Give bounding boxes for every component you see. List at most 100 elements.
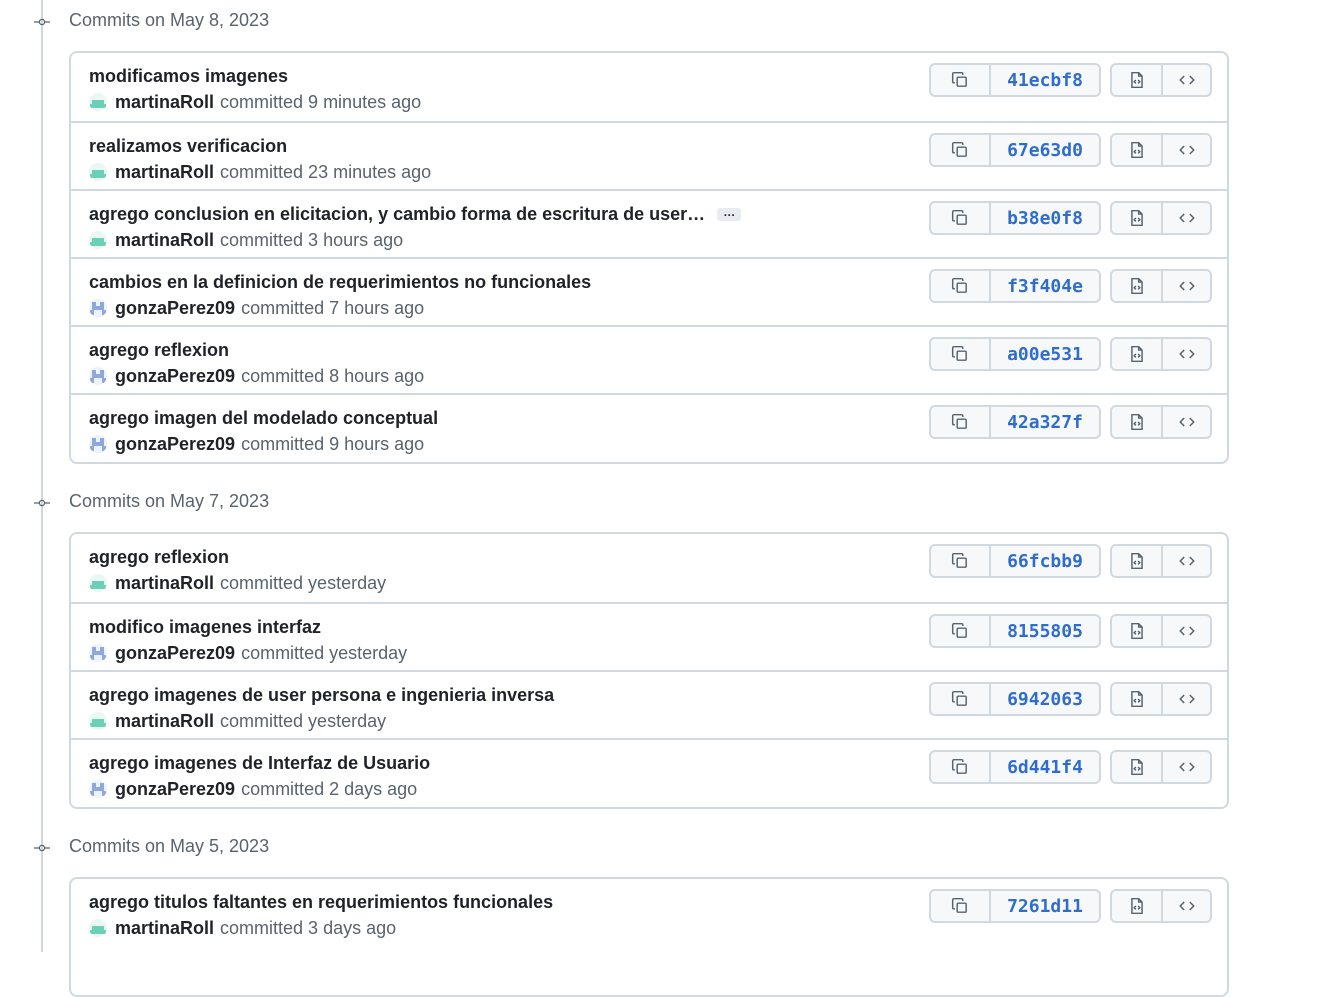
sha-button-group: 41ecbf8 xyxy=(929,63,1101,97)
code-icon xyxy=(1178,277,1196,295)
copy-sha-button[interactable] xyxy=(931,65,989,95)
file-code-icon xyxy=(1128,345,1146,363)
browse-button-group xyxy=(1110,133,1212,167)
browse-files-button[interactable] xyxy=(1112,616,1161,646)
commit-group-title: Commits on May 5, 2023 xyxy=(69,836,270,856)
code-icon xyxy=(1178,141,1196,159)
browse-files-button[interactable] xyxy=(1112,271,1161,301)
browse-repo-button[interactable] xyxy=(1161,407,1210,437)
commit-group-title: Commits on May 8, 2023 xyxy=(69,10,270,30)
browse-button-group xyxy=(1110,201,1212,235)
copy-icon xyxy=(951,552,969,570)
commit-list: agrego reflexion martinaRoll committed yes… xyxy=(69,532,1229,809)
copy-sha-button[interactable] xyxy=(931,203,989,233)
commit-row: modificamos imagenes martinaRoll committed… xyxy=(71,53,1227,121)
commit-row: agrego imagen del modelado conceptual gon… xyxy=(71,393,1227,461)
browse-button-group xyxy=(1110,614,1212,648)
commit-actions: 6942063 xyxy=(71,682,1227,718)
commit-timeline: Commits on May 8, 2023 modificamos imagen… xyxy=(0,0,1320,997)
file-code-icon xyxy=(1128,758,1146,776)
copy-sha-button[interactable] xyxy=(931,752,989,782)
copy-sha-button[interactable] xyxy=(931,339,989,369)
commit-actions: a00e531 xyxy=(71,337,1227,373)
browse-files-button[interactable] xyxy=(1112,891,1161,921)
browse-repo-button[interactable] xyxy=(1161,684,1210,714)
commit-sha-link[interactable]: f3f404e xyxy=(989,271,1099,301)
browse-repo-button[interactable] xyxy=(1161,891,1210,921)
browse-button-group xyxy=(1110,544,1212,578)
browse-repo-button[interactable] xyxy=(1161,135,1210,165)
git-commit-icon xyxy=(34,839,50,855)
copy-sha-button[interactable] xyxy=(931,407,989,437)
copy-sha-button[interactable] xyxy=(931,135,989,165)
code-icon xyxy=(1178,758,1196,776)
commit-actions: 7261d11 xyxy=(71,889,1227,925)
commit-sha-link[interactable]: 7261d11 xyxy=(989,891,1099,921)
code-icon xyxy=(1178,345,1196,363)
browse-repo-button[interactable] xyxy=(1161,339,1210,369)
code-icon xyxy=(1178,897,1196,915)
commit-sha-link[interactable]: 8155805 xyxy=(989,616,1099,646)
browse-files-button[interactable] xyxy=(1112,135,1161,165)
browse-button-group xyxy=(1110,682,1212,716)
browse-files-button[interactable] xyxy=(1112,407,1161,437)
browse-repo-button[interactable] xyxy=(1161,546,1210,576)
commit-sha-link[interactable]: 6942063 xyxy=(989,684,1099,714)
file-code-icon xyxy=(1128,277,1146,295)
browse-files-button[interactable] xyxy=(1112,752,1161,782)
sha-button-group: a00e531 xyxy=(929,337,1101,371)
copy-icon xyxy=(951,345,969,363)
file-code-icon xyxy=(1128,209,1146,227)
file-code-icon xyxy=(1128,552,1146,570)
sha-button-group: 6942063 xyxy=(929,682,1101,716)
copy-sha-button[interactable] xyxy=(931,891,989,921)
browse-files-button[interactable] xyxy=(1112,684,1161,714)
browse-files-button[interactable] xyxy=(1112,203,1161,233)
commit-sha-link[interactable]: 66fcbb9 xyxy=(989,546,1099,576)
commit-sha-link[interactable]: 42a327f xyxy=(989,407,1099,437)
code-icon xyxy=(1178,622,1196,640)
code-icon xyxy=(1178,71,1196,89)
browse-repo-button[interactable] xyxy=(1161,752,1210,782)
browse-repo-button[interactable] xyxy=(1161,271,1210,301)
commit-group-header: Commits on May 5, 2023 xyxy=(0,834,1000,858)
copy-sha-button[interactable] xyxy=(931,684,989,714)
commit-row: modifico imagenes interfaz gonzaPerez09 co… xyxy=(71,602,1227,670)
commit-group-header: Commits on May 7, 2023 xyxy=(0,489,1000,513)
browse-repo-button[interactable] xyxy=(1161,65,1210,95)
sha-button-group: f3f404e xyxy=(929,269,1101,303)
commit-actions: 67e63d0 xyxy=(71,133,1227,169)
sha-button-group: 8155805 xyxy=(929,614,1101,648)
git-commit-icon xyxy=(34,13,50,29)
sha-button-group: 42a327f xyxy=(929,405,1101,439)
copy-icon xyxy=(951,690,969,708)
copy-sha-button[interactable] xyxy=(931,271,989,301)
file-code-icon xyxy=(1128,141,1146,159)
copy-icon xyxy=(951,413,969,431)
commit-sha-link[interactable]: a00e531 xyxy=(989,339,1099,369)
copy-sha-button[interactable] xyxy=(931,616,989,646)
browse-files-button[interactable] xyxy=(1112,339,1161,369)
browse-files-button[interactable] xyxy=(1112,65,1161,95)
copy-sha-button[interactable] xyxy=(931,546,989,576)
copy-icon xyxy=(951,209,969,227)
code-icon xyxy=(1178,209,1196,227)
commit-group-title: Commits on May 7, 2023 xyxy=(69,491,270,511)
browse-repo-button[interactable] xyxy=(1161,616,1210,646)
timeline-line xyxy=(41,0,43,952)
browse-button-group xyxy=(1110,269,1212,303)
copy-icon xyxy=(951,897,969,915)
file-code-icon xyxy=(1128,690,1146,708)
browse-repo-button[interactable] xyxy=(1161,203,1210,233)
file-code-icon xyxy=(1128,71,1146,89)
browse-button-group xyxy=(1110,337,1212,371)
commit-sha-link[interactable]: 67e63d0 xyxy=(989,135,1099,165)
commit-actions: 66fcbb9 xyxy=(71,544,1227,580)
commit-sha-link[interactable]: 41ecbf8 xyxy=(989,65,1099,95)
commit-sha-link[interactable]: 6d441f4 xyxy=(989,752,1099,782)
copy-icon xyxy=(951,277,969,295)
file-code-icon xyxy=(1128,413,1146,431)
commit-sha-link[interactable]: b38e0f8 xyxy=(989,203,1099,233)
browse-files-button[interactable] xyxy=(1112,546,1161,576)
commit-actions: 41ecbf8 xyxy=(71,63,1227,99)
